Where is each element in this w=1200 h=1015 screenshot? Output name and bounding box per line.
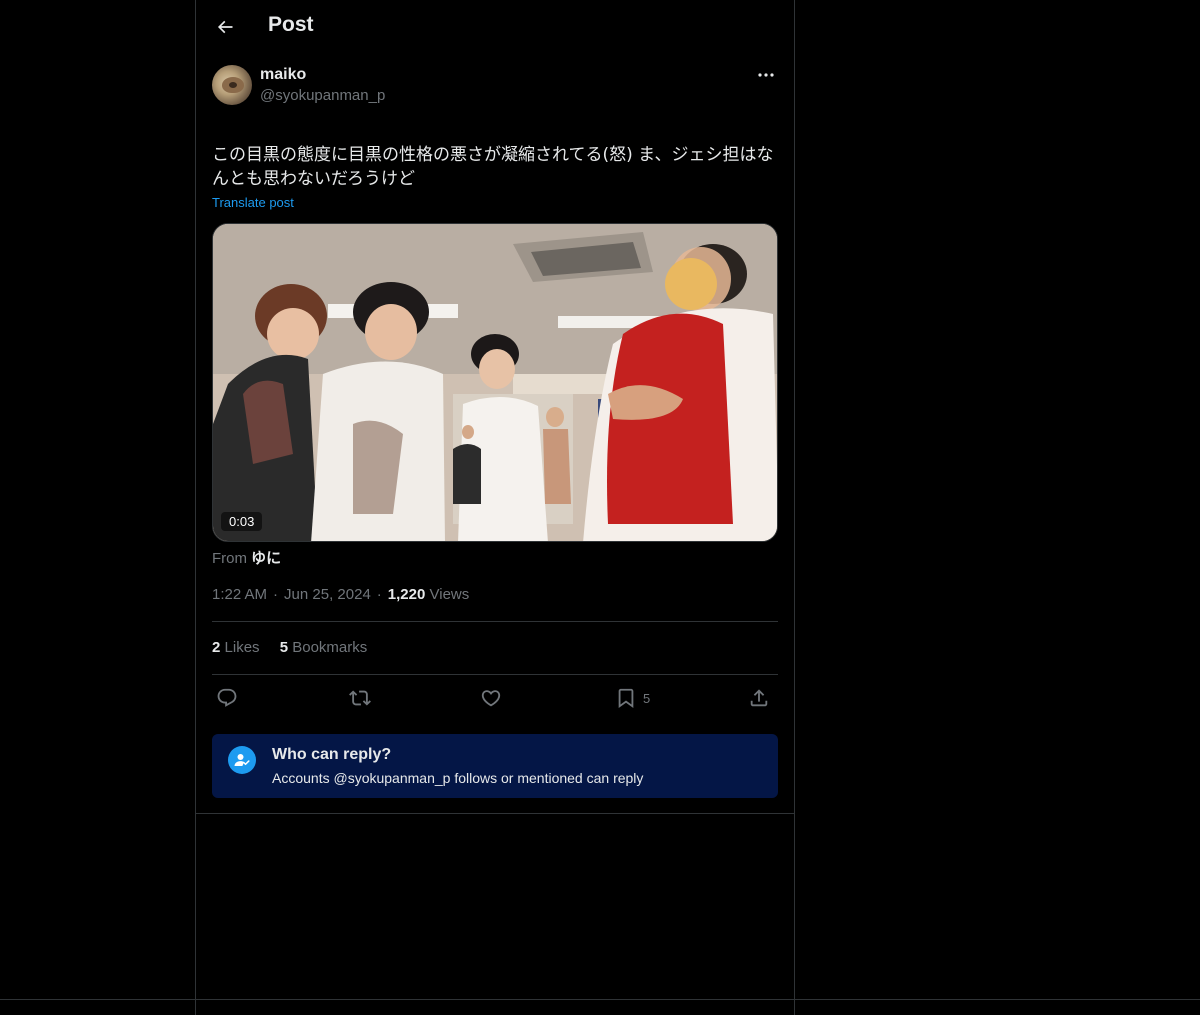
post-date[interactable]: Jun 25, 2024 bbox=[284, 586, 371, 603]
post-time[interactable]: 1:22 AM bbox=[212, 586, 267, 603]
source-prefix: From bbox=[212, 550, 247, 567]
page-title: Post bbox=[268, 13, 314, 36]
reply-icon bbox=[217, 688, 237, 707]
divider bbox=[0, 999, 1200, 1000]
more-options-button[interactable] bbox=[754, 67, 778, 83]
heart-icon bbox=[481, 690, 501, 707]
user-check-icon bbox=[228, 746, 256, 774]
reply-restriction-notice: Who can reply? Accounts @syokupanman_p f… bbox=[212, 734, 778, 798]
author-handle[interactable]: @syokupanman_p bbox=[260, 87, 385, 104]
divider bbox=[212, 674, 778, 675]
share-button[interactable] bbox=[748, 686, 770, 710]
likes-stat[interactable]: 2 Likes bbox=[212, 639, 260, 656]
page-header: Post bbox=[196, 0, 794, 54]
main-column: Post maiko @syokupanman_p この目黒の態度に目黒の性格の… bbox=[195, 0, 795, 1015]
post-video[interactable]: 0:03 bbox=[212, 223, 778, 542]
share-icon bbox=[750, 689, 768, 707]
video-duration: 0:03 bbox=[221, 512, 263, 531]
bookmark-count: 5 bbox=[643, 690, 651, 706]
arrow-left-icon bbox=[217, 20, 233, 34]
likes-count: 2 bbox=[212, 639, 221, 656]
reply-notice-subtitle: Accounts @syokupanman_p follows or menti… bbox=[272, 770, 644, 786]
action-bar: 5 bbox=[212, 686, 778, 710]
source-attribution: From ゆに bbox=[212, 547, 281, 568]
bookmarks-label: Bookmarks bbox=[292, 639, 368, 656]
bookmark-button[interactable]: 5 bbox=[615, 686, 650, 710]
like-button[interactable] bbox=[480, 686, 502, 710]
author-display-name[interactable]: maiko bbox=[260, 66, 306, 84]
likes-label: Likes bbox=[224, 639, 260, 656]
repost-button[interactable] bbox=[349, 686, 371, 710]
back-button[interactable] bbox=[208, 10, 242, 44]
divider bbox=[196, 813, 794, 814]
reply-notice-title: Who can reply? bbox=[272, 746, 392, 763]
avatar[interactable] bbox=[212, 65, 252, 105]
translate-post-link[interactable]: Translate post bbox=[212, 195, 294, 210]
source-name[interactable]: ゆに bbox=[251, 550, 281, 567]
bookmark-icon bbox=[618, 688, 634, 709]
bookmarks-count: 5 bbox=[279, 639, 289, 656]
engagement-stats: 2 Likes 5 Bookmarks bbox=[212, 639, 383, 656]
views-count: 1,220 bbox=[387, 586, 426, 603]
post-text: この目黒の態度に目黒の性格の悪さが凝縮されてる(怒) ま、ジェシ担はなんとも思わ… bbox=[212, 145, 774, 189]
reply-button[interactable] bbox=[216, 686, 238, 710]
views-label: Views bbox=[429, 586, 470, 603]
post-metadata: 1:22 AM · Jun 25, 2024 · 1,220 Views bbox=[212, 586, 470, 603]
post-author: maiko @syokupanman_p bbox=[212, 65, 778, 109]
video-frame bbox=[213, 224, 777, 541]
bookmarks-stat[interactable]: 5 Bookmarks bbox=[280, 639, 368, 656]
divider bbox=[212, 621, 778, 622]
repost-icon bbox=[349, 690, 371, 706]
ellipsis-icon bbox=[758, 73, 774, 77]
